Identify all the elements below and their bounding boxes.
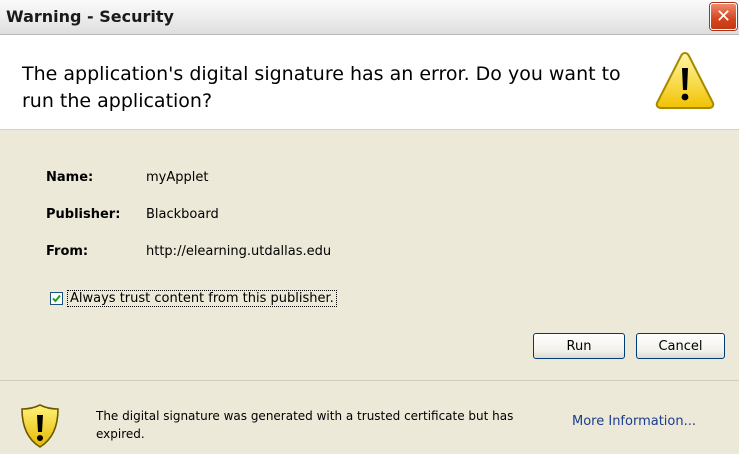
run-button[interactable]: Run	[533, 333, 625, 359]
more-information-link[interactable]: More Information...	[572, 414, 696, 429]
from-label: From:	[46, 244, 89, 259]
name-label: Name:	[46, 170, 94, 185]
trust-publisher-label[interactable]: Always trust content from this publisher…	[67, 289, 337, 307]
footer-message: The digital signature was generated with…	[96, 409, 514, 441]
title-bar[interactable]: Warning - Security ✕	[0, 0, 739, 35]
warning-shield-icon	[21, 404, 59, 448]
cancel-button-label: Cancel	[658, 338, 703, 354]
publisher-label: Publisher:	[46, 207, 121, 222]
name-value: myApplet	[146, 170, 209, 185]
trust-publisher-option[interactable]: Always trust content from this publisher…	[50, 289, 337, 307]
from-value: http://elearning.utdallas.edu	[146, 244, 332, 259]
warning-triangle-icon	[655, 51, 715, 109]
dialog-footer: The digital signature was generated with…	[0, 381, 739, 454]
dialog-header: The application's digital signature has …	[0, 35, 739, 130]
trust-publisher-checkbox[interactable]	[50, 291, 63, 305]
close-button[interactable]: ✕	[710, 3, 737, 30]
publisher-value: Blackboard	[146, 207, 219, 222]
run-button-label: Run	[566, 338, 592, 354]
cancel-button[interactable]: Cancel	[636, 333, 725, 359]
close-icon: ✕	[715, 5, 732, 27]
window-title: Warning - Security	[6, 7, 174, 26]
header-message: The application's digital signature has …	[22, 63, 621, 112]
checkmark-icon	[52, 294, 61, 302]
